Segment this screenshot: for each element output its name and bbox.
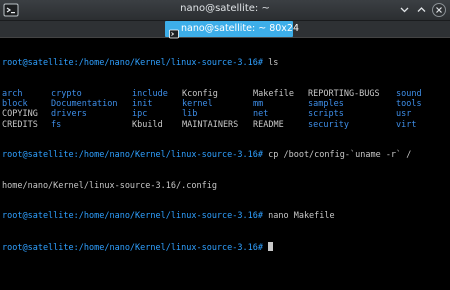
shell-prompt: root@satellite:/home/nano/Kernel/linux-s… bbox=[2, 211, 263, 222]
ls-file-entry: COPYING bbox=[2, 109, 38, 120]
ls-directory-entry: virt bbox=[396, 119, 417, 130]
ls-directory-entry: kernel bbox=[182, 99, 213, 110]
ls-file-entry: REPORTING-BUGS bbox=[308, 89, 380, 99]
terminal-output[interactable]: root@satellite:/home/nano/Kernel/linux-s… bbox=[2, 38, 448, 288]
ls-directory-entry: drivers bbox=[51, 109, 87, 120]
ls-file-entry: MAINTAINERS bbox=[182, 119, 239, 130]
terminal-line: root@satellite:/home/nano/Kernel/linux-s… bbox=[2, 150, 448, 160]
ls-directory-entry: sound bbox=[396, 89, 422, 99]
ls-output-row: arch crypto include Kconfig Makefile REPORTIN… bbox=[2, 89, 448, 99]
ls-directory-entry: net bbox=[253, 109, 269, 120]
window-title: nano@satellite: ~ bbox=[180, 3, 270, 14]
ls-directory-entry: usr bbox=[396, 109, 412, 120]
ls-output-row: CREDITS fs Kbuild MAINTAINERS README security… bbox=[2, 120, 448, 130]
ls-directory-entry: crypto bbox=[51, 89, 82, 99]
minimize-chevron-down-icon[interactable] bbox=[398, 3, 411, 16]
terminal-line: home/nano/Kernel/linux-source-3.16/.conf… bbox=[2, 181, 448, 191]
shell-prompt: root@satellite:/home/nano/Kernel/linux-s… bbox=[2, 242, 263, 253]
window-titlebar[interactable]: nano@satellite: ~ bbox=[0, 0, 450, 21]
ls-directory-entry: samples bbox=[308, 99, 344, 110]
command-text: ls bbox=[263, 58, 279, 69]
terminal-line: root@satellite:/home/nano/Kernel/linux-s… bbox=[2, 58, 448, 68]
ls-directory-entry: include bbox=[132, 89, 168, 99]
close-icon[interactable] bbox=[432, 3, 446, 17]
ls-directory-entry: scripts bbox=[308, 109, 344, 120]
text-cursor bbox=[268, 241, 274, 251]
command-text: cp /boot/config-`uname -r` / bbox=[263, 150, 412, 161]
command-text: nano Makefile bbox=[263, 211, 335, 222]
ls-directory-entry: fs bbox=[51, 119, 62, 130]
terminal-line: root@satellite:/home/nano/Kernel/linux-s… bbox=[2, 241, 448, 253]
terminal-line: root@satellite:/home/nano/Kernel/linux-s… bbox=[2, 211, 448, 221]
tab-label: nano@satellite: ~ 80x24 bbox=[181, 23, 300, 34]
terminal-tab-icon bbox=[169, 24, 179, 39]
ls-directory-entry: mm bbox=[253, 99, 264, 110]
ls-output-row: COPYING drivers ipc lib net scripts usr bbox=[2, 109, 448, 119]
shell-prompt: root@satellite:/home/nano/Kernel/linux-s… bbox=[2, 150, 263, 161]
tab-terminal-session[interactable]: nano@satellite: ~ 80x24 bbox=[165, 21, 299, 39]
tab-bar: nano@satellite: ~ 80x24 bbox=[0, 21, 450, 39]
maximize-chevron-up-icon[interactable] bbox=[415, 3, 428, 16]
ls-file-entry: CREDITS bbox=[2, 119, 38, 130]
command-text-wrapped: home/nano/Kernel/linux-source-3.16/.conf… bbox=[2, 180, 217, 191]
ls-file-entry: Makefile bbox=[253, 89, 294, 99]
ls-directory-entry: arch bbox=[2, 89, 23, 99]
ls-directory-entry: tools bbox=[396, 99, 422, 110]
ls-file-entry: README bbox=[253, 119, 284, 130]
shell-prompt: root@satellite:/home/nano/Kernel/linux-s… bbox=[2, 58, 263, 69]
ls-directory-entry: init bbox=[132, 99, 153, 110]
ls-directory-entry: Documentation bbox=[51, 99, 118, 110]
ls-directory-entry: security bbox=[308, 119, 349, 130]
ls-output-row: block Documentation init kernel mm samples too… bbox=[2, 99, 448, 109]
ls-directory-entry: ipc bbox=[132, 109, 148, 120]
ls-directory-entry: lib bbox=[182, 109, 198, 120]
ls-file-entry: Kconfig bbox=[182, 89, 218, 99]
ls-directory-entry: block bbox=[2, 99, 28, 110]
ls-file-entry: Kbuild bbox=[132, 119, 163, 130]
